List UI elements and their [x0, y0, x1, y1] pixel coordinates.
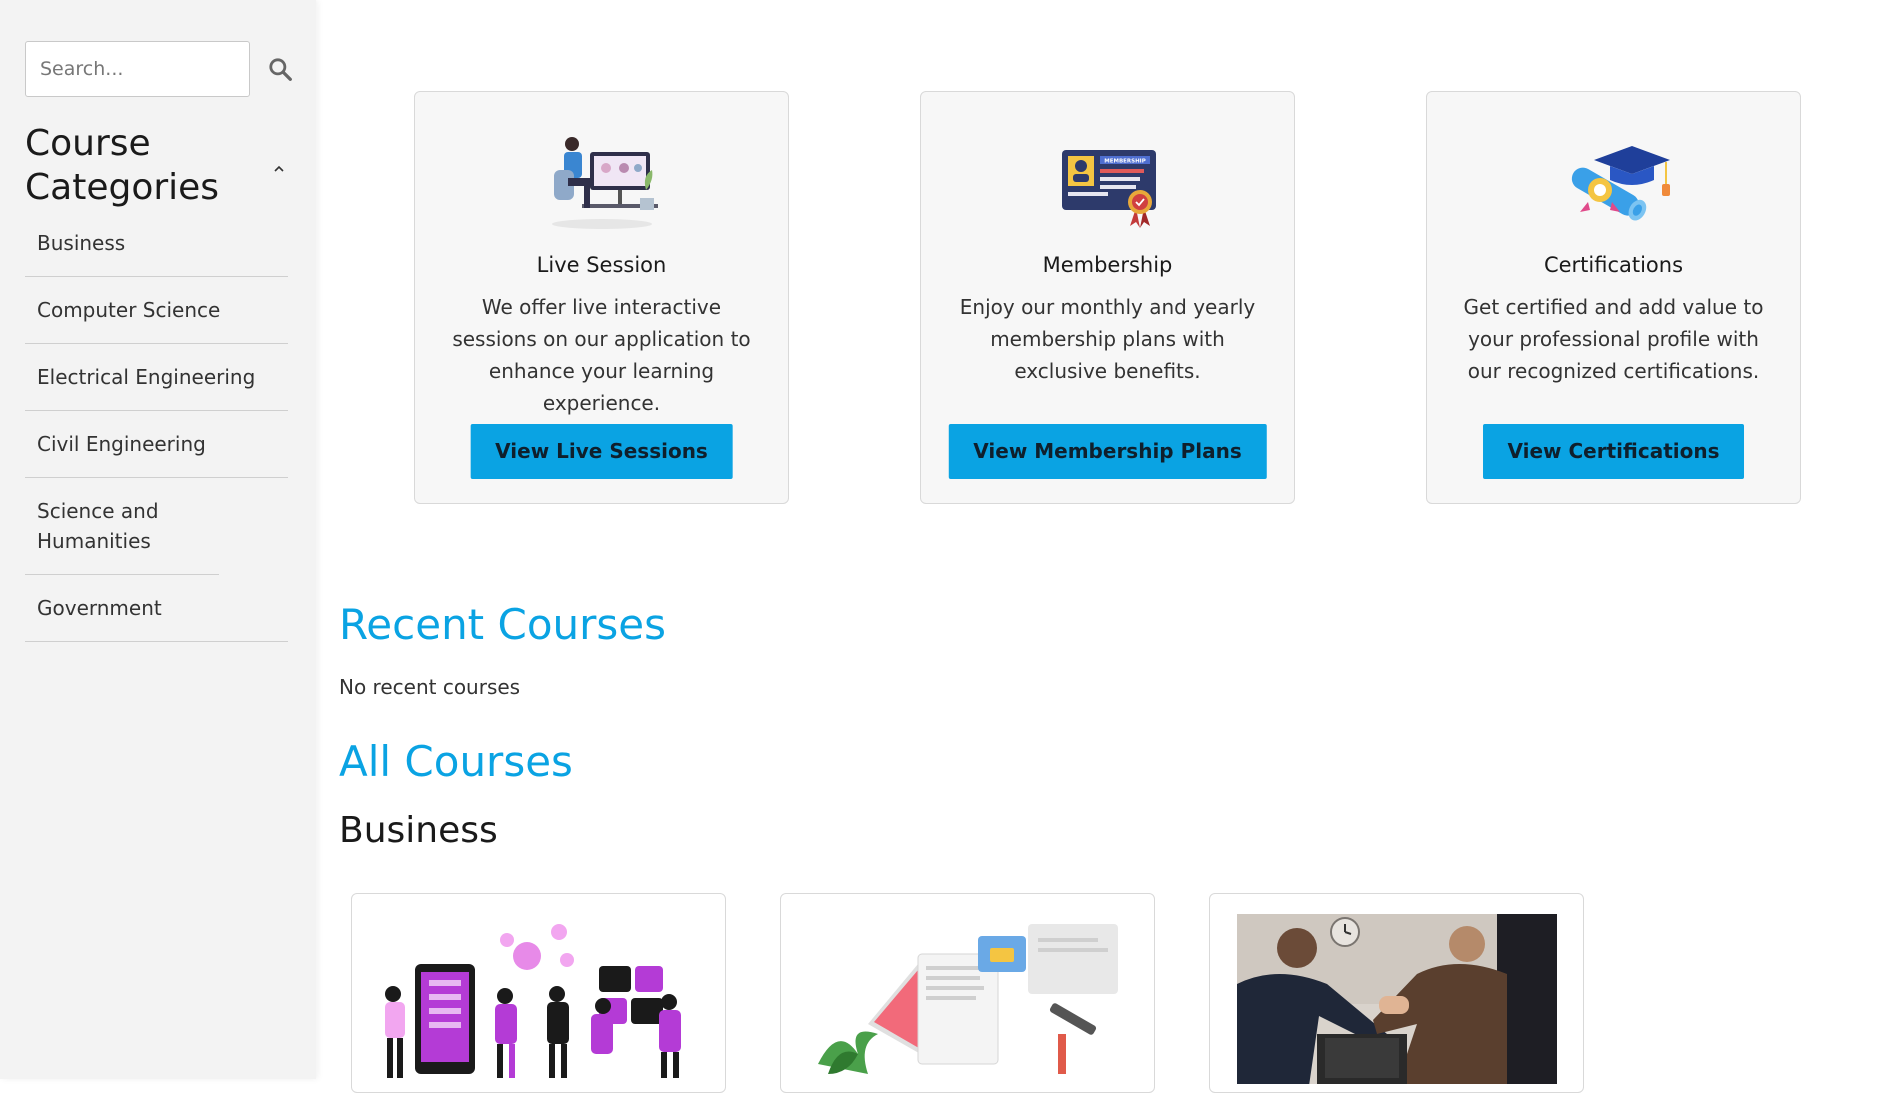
view-live-sessions-button[interactable]: View Live Sessions	[470, 424, 733, 479]
laptop-documents-illustration	[808, 914, 1128, 1084]
course-card[interactable]	[780, 893, 1155, 1093]
category-item-civil-engineering[interactable]: Civil Engineering	[25, 411, 288, 478]
feature-description: Get certified and add value to your prof…	[1463, 295, 1764, 383]
search-input[interactable]	[25, 41, 250, 97]
feature-description: Enjoy our monthly and yearly membership …	[959, 295, 1256, 383]
category-item-electrical-engineering[interactable]: Electrical Engineering	[25, 344, 288, 411]
graduation-certificate-illustration	[1571, 146, 1670, 221]
feature-card-membership: MEMBERSHIP Membership Enjoy our monthly …	[920, 91, 1295, 504]
feature-description: We offer live interactive sessions on ou…	[452, 295, 751, 415]
feature-card-live-session: Live Session We offer live interactive s…	[414, 91, 789, 504]
recent-courses-heading: Recent Courses	[339, 600, 667, 649]
view-certifications-button[interactable]: View Certifications	[1482, 424, 1745, 479]
all-courses-heading: All Courses	[339, 737, 573, 786]
categories-header[interactable]: Course Categories	[25, 122, 290, 210]
feature-title: Membership	[1042, 253, 1173, 277]
sidebar: Course Categories Business Computer Scie…	[0, 0, 316, 1079]
category-item-government[interactable]: Government	[25, 575, 288, 642]
category-item-computer-science[interactable]: Computer Science	[25, 277, 288, 344]
no-recent-courses-text: No recent courses	[339, 675, 521, 699]
category-heading-business: Business	[339, 810, 498, 851]
search-box	[25, 41, 292, 97]
course-card[interactable]	[351, 893, 726, 1093]
feature-title: Live Session	[536, 253, 667, 277]
search-icon[interactable]	[267, 56, 293, 82]
category-item-business[interactable]: Business	[25, 210, 288, 277]
feature-title: Certifications	[1543, 253, 1684, 277]
membership-badge-text: MEMBERSHIP	[1104, 159, 1146, 165]
team-collaboration-illustration	[385, 924, 681, 1078]
categories-title: Course Categories	[25, 123, 220, 208]
chevron-up-icon[interactable]	[272, 162, 286, 176]
course-card[interactable]	[1209, 893, 1584, 1093]
category-list: Business Computer Science Electrical Eng…	[25, 210, 288, 642]
feature-card-certifications: Certifications Get certified and add val…	[1426, 91, 1801, 504]
business-handshake-photo	[1237, 914, 1557, 1084]
view-membership-plans-button[interactable]: View Membership Plans	[948, 424, 1267, 479]
category-item-science-humanities[interactable]: Science and Humanities	[25, 478, 219, 575]
main-content: Live Session We offer live interactive s…	[316, 0, 1898, 1093]
live-session-illustration	[551, 137, 658, 229]
membership-card-illustration: MEMBERSHIP	[1061, 150, 1156, 228]
